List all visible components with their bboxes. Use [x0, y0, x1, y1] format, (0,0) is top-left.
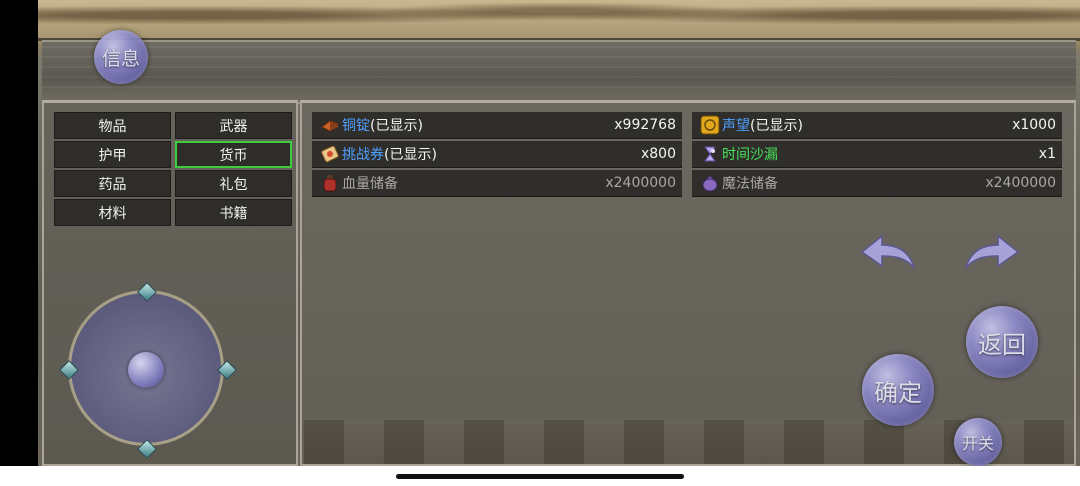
item-name: 声望 [722, 118, 750, 134]
inventory-item-mana-reserve[interactable]: 魔法储备 x2400000 [692, 170, 1062, 197]
category-materials[interactable]: 材料 [54, 199, 171, 226]
prestige-icon [700, 115, 720, 135]
item-name: 血量储备 [342, 176, 398, 192]
next-page-arrow-icon[interactable] [964, 232, 1022, 272]
inventory-item-hourglass[interactable]: 时间沙漏 x1 [692, 141, 1062, 168]
category-weapons[interactable]: 武器 [175, 112, 292, 139]
previous-page-arrow-icon[interactable] [858, 232, 916, 272]
mana-pouch-icon [700, 173, 720, 193]
joystick-knob[interactable] [128, 352, 164, 388]
challenge-ticket-icon [320, 144, 340, 164]
back-button[interactable]: 返回 [966, 306, 1038, 378]
inventory-panel: 铜锭(已显示) x992768 声望(已显示) x1000 挑战券(已显示) x… [300, 100, 1076, 466]
category-medicine[interactable]: 药品 [54, 170, 171, 197]
item-quantity: x1000 [1012, 117, 1056, 133]
home-indicator[interactable] [396, 474, 684, 479]
info-button[interactable]: 信息 [94, 30, 148, 84]
hourglass-icon [700, 144, 720, 164]
inventory-item-health-reserve[interactable]: 血量储备 x2400000 [312, 170, 682, 197]
copper-ingot-icon [320, 115, 340, 135]
category-items[interactable]: 物品 [54, 112, 171, 139]
item-name: 铜锭 [342, 118, 370, 134]
inventory-item-copper-ingot[interactable]: 铜锭(已显示) x992768 [312, 112, 682, 139]
inventory-item-prestige[interactable]: 声望(已显示) x1000 [692, 112, 1062, 139]
item-quantity: x992768 [614, 117, 676, 133]
item-status: (已显示) [384, 147, 437, 163]
health-potion-icon [320, 173, 340, 193]
inventory-item-challenge-ticket[interactable]: 挑战券(已显示) x800 [312, 141, 682, 168]
category-grid: 物品 武器 护甲 货币 药品 礼包 材料 书籍 [54, 112, 292, 226]
toggle-button[interactable]: 开关 [954, 418, 1002, 466]
item-quantity: x2400000 [605, 175, 676, 191]
category-books[interactable]: 书籍 [175, 199, 292, 226]
item-quantity: x2400000 [985, 175, 1056, 191]
item-name: 魔法储备 [722, 176, 778, 192]
category-gift-packs[interactable]: 礼包 [175, 170, 292, 197]
header-stripes [42, 46, 1076, 96]
category-currency[interactable]: 货币 [175, 141, 292, 168]
item-name: 挑战券 [342, 147, 384, 163]
game-screen: 物品 武器 护甲 货币 药品 礼包 材料 书籍 铜锭(已显示) x992768 … [38, 0, 1080, 466]
category-armor[interactable]: 护甲 [54, 141, 171, 168]
item-status: (已显示) [370, 118, 423, 134]
confirm-button[interactable]: 确定 [862, 354, 934, 426]
item-status: (已显示) [750, 118, 803, 134]
item-quantity: x800 [640, 146, 676, 162]
top-ornament [38, 0, 1080, 41]
item-name: 时间沙漏 [722, 147, 778, 163]
item-quantity: x1 [1038, 146, 1056, 162]
